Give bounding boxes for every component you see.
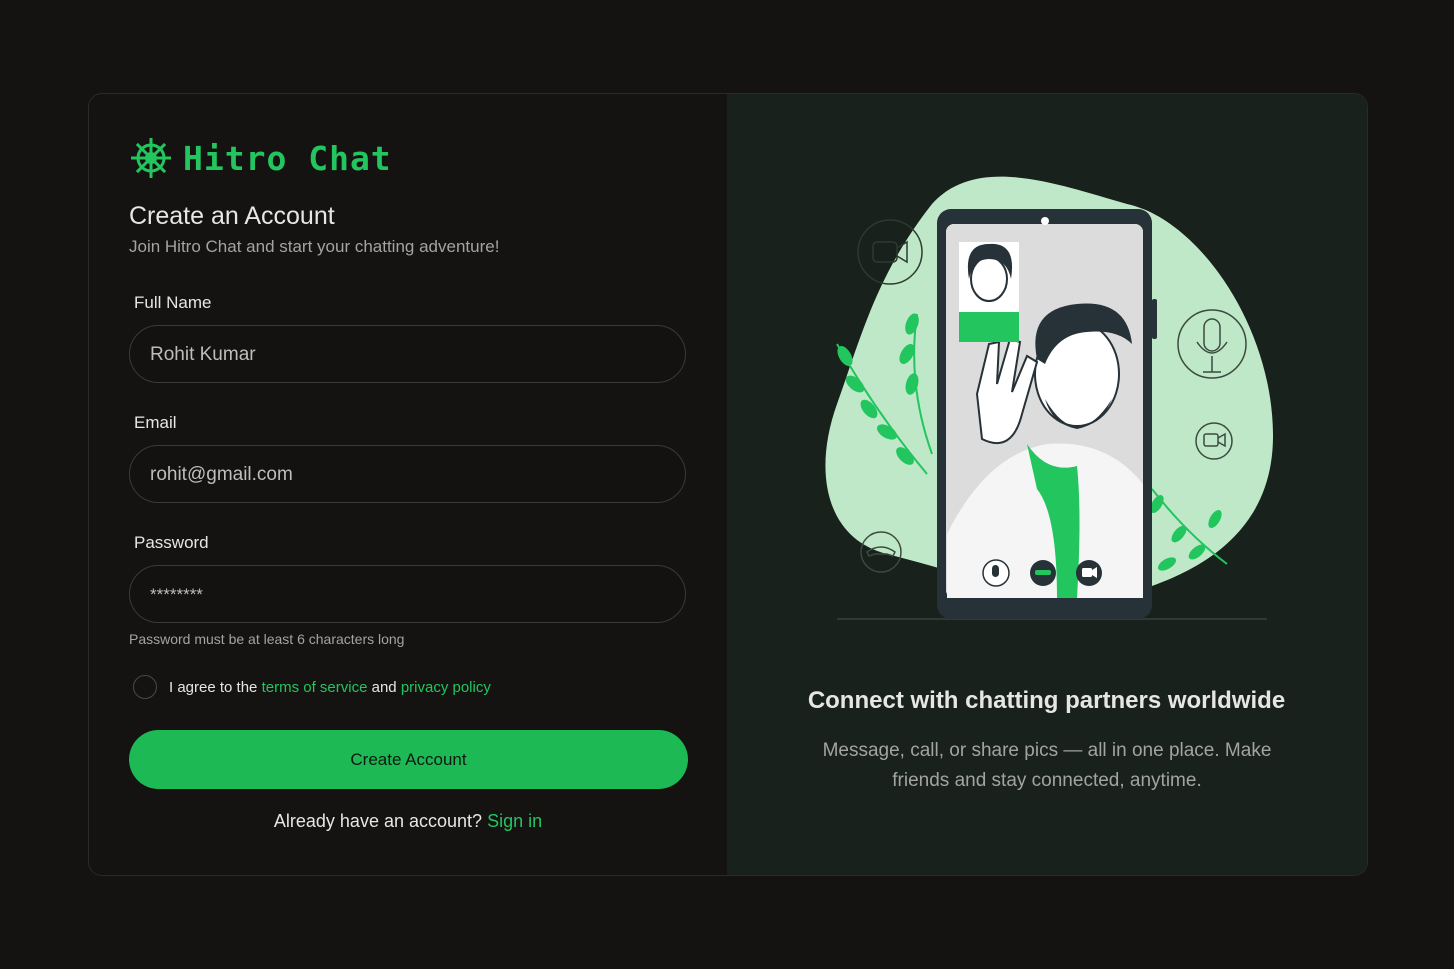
terms-agreement: I agree to the terms of service and priv… <box>133 675 491 699</box>
terms-conjunction: and <box>371 678 397 696</box>
password-label: Password <box>134 533 209 552</box>
promo-description: Message, call, or share pics — all in on… <box>822 740 1272 791</box>
terms-text: I agree to the terms of service and priv… <box>169 679 491 696</box>
brand-logo: Hitro Chat <box>129 136 392 180</box>
page-subtitle: Join Hitro Chat and start your chatting … <box>129 237 500 256</box>
terms-checkbox[interactable] <box>133 675 157 699</box>
full-name-input[interactable]: Rohit Kumar <box>129 325 686 383</box>
email-label: Email <box>134 413 177 432</box>
brand-name: Hitro Chat <box>183 138 392 178</box>
sign-in-link[interactable]: Sign in <box>487 811 542 831</box>
terms-of-service-link[interactable]: terms of service <box>262 679 368 696</box>
signup-card: Hitro Chat Create an Account Join Hitro … <box>88 93 1368 876</box>
ship-wheel-icon <box>131 138 171 178</box>
video-call-illustration <box>825 176 1274 620</box>
promo-heading: Connect with chatting partners worldwide <box>807 687 1286 714</box>
signup-form-panel: Hitro Chat Create an Account Join Hitro … <box>89 94 727 875</box>
signin-prompt-row: Already have an account? Sign in <box>89 811 727 832</box>
password-hint: Password must be at least 6 characters l… <box>129 631 405 647</box>
full-name-label: Full Name <box>134 293 212 312</box>
signin-prompt: Already have an account? <box>273 811 483 831</box>
create-account-button[interactable]: Create Account <box>129 730 688 789</box>
privacy-policy-link[interactable]: privacy policy <box>401 679 491 696</box>
password-input[interactable]: ******** <box>129 565 686 623</box>
page-title: Create an Account <box>129 202 335 230</box>
terms-prefix: I agree to the <box>169 678 258 696</box>
promo-panel: Connect with chatting partners worldwide… <box>727 94 1367 875</box>
email-input[interactable]: rohit@gmail.com <box>129 445 686 503</box>
